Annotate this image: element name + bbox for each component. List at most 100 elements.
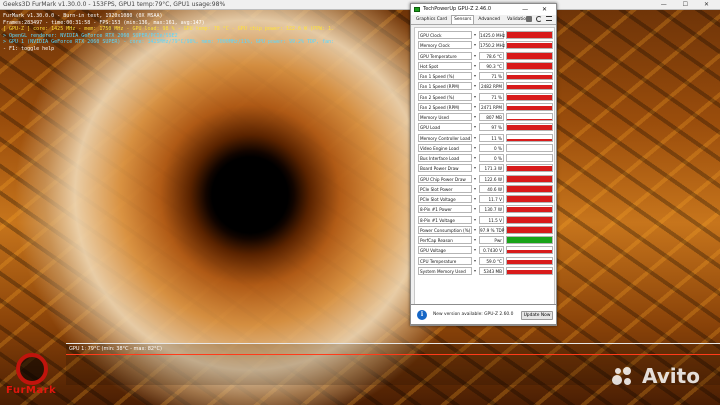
overlay-line: FurMark v1.30.0.0 - Burn-in test, 1920x1… <box>3 13 163 19</box>
sensor-label[interactable]: GPU Voltage <box>418 246 472 255</box>
furmark-logo-icon <box>16 353 48 385</box>
sensor-dropdown-icon[interactable]: ▾ <box>474 247 476 252</box>
sensor-graph-fill <box>507 216 552 223</box>
sensor-row: CPU Temperature ▾ 59.0 °C <box>417 256 554 265</box>
sensor-graph-fill <box>507 196 552 202</box>
sensor-label[interactable]: Fan 1 Speed (RPM) <box>418 82 472 91</box>
sensor-dropdown-icon[interactable]: ▾ <box>474 227 476 232</box>
sensor-label[interactable]: Fan 1 Speed (%) <box>418 72 472 80</box>
sensor-label[interactable]: 8-Pin #1 Voltage <box>418 215 472 224</box>
sensor-label[interactable]: Fan 2 Speed (RPM) <box>418 102 472 111</box>
sensor-dropdown-icon[interactable]: ▾ <box>474 32 476 37</box>
sensor-label[interactable]: Power Consumption (%) <box>418 225 472 234</box>
sensor-graph <box>506 133 553 142</box>
sensor-label[interactable]: Hot Spot <box>418 61 472 70</box>
tab-graphics-card[interactable]: Graphics Card <box>413 15 450 24</box>
sensor-row: Fan 1 Speed (%) ▾ 71 % <box>417 72 554 80</box>
furmark-stats-overlay: FurMark v1.30.0.0 - Burn-in test, 1920x1… <box>3 13 333 53</box>
sensor-dropdown-icon[interactable]: ▾ <box>474 217 476 222</box>
sensor-label[interactable]: PCIe Slot Power <box>418 184 472 193</box>
sensor-dropdown-icon[interactable]: ▾ <box>474 63 476 68</box>
sensor-graph <box>506 154 553 162</box>
sensor-row: PerfCap Reason ▾ Pwr <box>417 236 554 244</box>
sensor-row: Memory Clock ▾ 1750.2 MHz <box>417 41 554 50</box>
sensor-label[interactable]: Memory Clock <box>418 41 472 50</box>
sensor-label[interactable]: GPU Temperature <box>418 51 472 60</box>
sensor-value: 40.6 W <box>479 184 504 193</box>
sensor-dropdown-icon[interactable]: ▾ <box>474 94 476 99</box>
sensor-graph-fill <box>507 270 552 274</box>
sensor-label[interactable]: Memory Used <box>418 113 472 121</box>
overlay-line: Frames:283497 - time:00:31:58 - FPS:153 … <box>3 19 205 26</box>
sensor-dropdown-icon[interactable]: ▾ <box>474 53 476 58</box>
sensor-graph <box>506 61 553 70</box>
sensor-graph <box>506 31 553 39</box>
gpuz-tab-bar: Graphics Card Sensors Advanced Validatio… <box>411 15 556 25</box>
overlay-line: - F1: toggle help <box>3 45 55 52</box>
sensor-graph <box>506 82 553 91</box>
sensor-label[interactable]: GPU Chip Power Draw <box>418 174 472 183</box>
gpuz-toolbar <box>526 16 552 22</box>
sensor-graph <box>506 236 553 244</box>
sensor-dropdown-icon[interactable]: ▾ <box>474 206 476 211</box>
sensor-graph <box>506 266 553 275</box>
sensor-dropdown-icon[interactable]: ▾ <box>474 83 476 88</box>
tab-sensors[interactable]: Sensors <box>451 15 475 24</box>
gpuz-title-bar: TechPowerUp GPU-Z 2.46.0 — ✕ <box>411 4 556 15</box>
sensor-label[interactable]: PerfCap Reason <box>418 236 472 244</box>
sensor-label[interactable]: 8-Pin #1 Power <box>418 205 472 214</box>
update-message: New version available: GPU-Z 2.60.0 <box>433 312 514 317</box>
sensor-dropdown-icon[interactable]: ▾ <box>474 165 476 170</box>
sensor-graph-fill <box>507 105 552 110</box>
sensor-dropdown-icon[interactable]: ▾ <box>474 237 476 242</box>
gpuz-window-controls[interactable]: — ✕ <box>522 4 553 15</box>
sensor-dropdown-icon[interactable]: ▾ <box>474 114 476 119</box>
sensor-label[interactable]: Fan 2 Speed (%) <box>418 92 472 101</box>
sensor-label[interactable]: Board Power Draw <box>418 164 472 173</box>
sensor-dropdown-icon[interactable]: ▾ <box>474 145 476 150</box>
sensor-value: 0 % <box>479 143 504 152</box>
sensor-dropdown-icon[interactable]: ▾ <box>474 124 476 129</box>
sensor-graph <box>506 92 553 101</box>
sensor-label[interactable]: CPU Temperature <box>418 256 472 265</box>
camera-icon[interactable] <box>526 16 532 22</box>
sensor-label[interactable]: GPU Clock <box>418 31 472 39</box>
sensor-row: GPU Chip Power Draw ▾ 122.6 W <box>417 174 554 183</box>
sensor-row: Video Engine Load ▾ 0 % <box>417 143 554 152</box>
sensor-list: GPU Clock ▾ 1425.0 MHz Memory Clock ▾ 1750.2 … <box>414 27 555 314</box>
sensor-row: PCIe Slot Voltage ▾ 11.7 V <box>417 195 554 203</box>
sensor-dropdown-icon[interactable]: ▾ <box>474 258 476 263</box>
sensor-label[interactable]: Video Engine Load <box>418 143 472 152</box>
sensor-dropdown-icon[interactable]: ▾ <box>474 176 476 181</box>
update-notification: i New version available: GPU-Z 2.60.0 Up… <box>410 304 557 325</box>
sensor-label[interactable]: Memory Controller Load <box>418 133 472 142</box>
sensor-dropdown-icon[interactable]: ▾ <box>474 186 476 191</box>
sensor-label[interactable]: GPU Load <box>418 123 472 132</box>
sensor-graph-fill <box>507 125 552 131</box>
sensor-label[interactable]: Bus Interface Load <box>418 154 472 162</box>
sensor-row: System Memory Used ▾ 5343 MB <box>417 266 554 275</box>
refresh-icon[interactable] <box>536 16 542 22</box>
sensor-dropdown-icon[interactable]: ▾ <box>474 42 476 47</box>
tab-advanced[interactable]: Advanced <box>475 15 503 24</box>
sensor-graph-fill <box>507 138 552 141</box>
sensor-dropdown-icon[interactable]: ▾ <box>474 196 476 201</box>
sensor-value: 1750.2 MHz <box>479 41 505 50</box>
sensor-dropdown-icon[interactable]: ▾ <box>474 268 476 273</box>
sensor-row: GPU Load ▾ 97 % <box>417 123 554 132</box>
sensor-dropdown-icon[interactable]: ▾ <box>474 155 476 160</box>
sensor-value: 1425.0 MHz <box>479 31 505 39</box>
sensor-graph-fill <box>507 237 552 243</box>
sensor-graph <box>506 164 553 173</box>
sensor-dropdown-icon[interactable]: ▾ <box>474 135 476 140</box>
update-now-button[interactable]: Update Now <box>521 311 553 320</box>
sensor-label[interactable]: System Memory Used <box>418 266 472 275</box>
sensor-dropdown-icon[interactable]: ▾ <box>474 73 476 78</box>
overlay-line: > OpenGL renderer: NVIDIA GeForce RTX 20… <box>3 32 178 39</box>
sensor-graph <box>506 113 553 121</box>
sensor-dropdown-icon[interactable]: ▾ <box>474 104 476 109</box>
sensor-graph <box>506 51 553 60</box>
menu-icon[interactable] <box>546 16 552 21</box>
sensor-label[interactable]: PCIe Slot Voltage <box>418 195 472 203</box>
furmark-window-controls[interactable]: — ☐ ✕ <box>661 0 716 10</box>
